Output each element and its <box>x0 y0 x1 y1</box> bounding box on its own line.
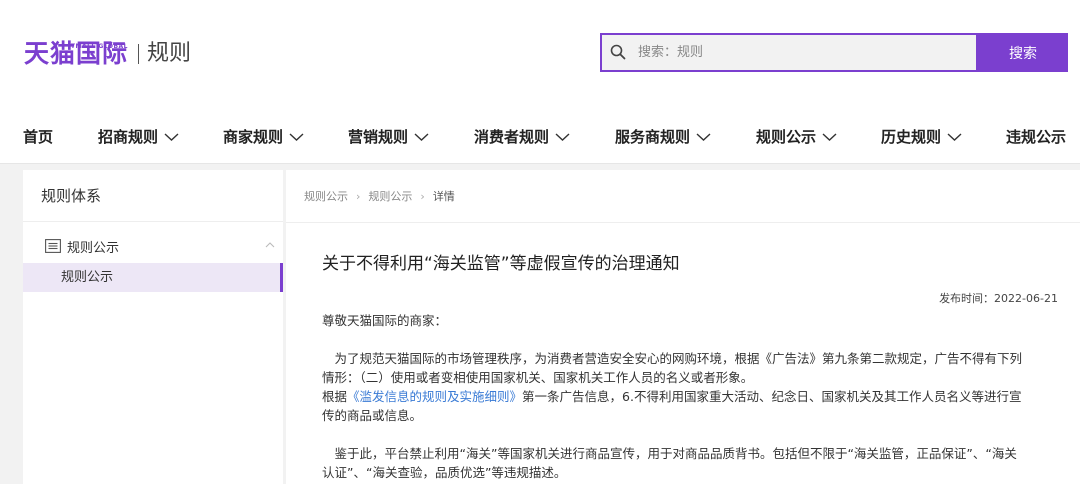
nav-item-merchant-recruit-rules[interactable]: 招商规则 <box>98 126 179 147</box>
nav-item-label: 违规公示 <box>1006 128 1067 146</box>
paragraph-text: 根据 <box>322 389 348 404</box>
search-input[interactable] <box>636 35 976 70</box>
sidebar-group-label: 规则公示 <box>67 240 120 256</box>
publish-date: 发布时间：2022-06-21 <box>939 292 1058 305</box>
top-header: 天猫国际 TMALL GLOBAL 规则 搜索 <box>0 0 1080 108</box>
nav-item-violation-announcements[interactable]: 违规公示 <box>1006 126 1066 147</box>
nav-item-historical-rules[interactable]: 历史规则 <box>881 126 962 147</box>
nav-item-label: 招商规则 <box>98 128 159 146</box>
article-paragraph: 鉴于此，平台禁止利用“海关”等国家机关进行商品宣传，用于对商品品质背书。包括但不… <box>322 446 1017 480</box>
chevron-down-icon <box>164 132 179 141</box>
chevron-down-icon <box>947 132 962 141</box>
breadcrumb-current: 详情 <box>432 190 455 203</box>
breadcrumb-separator: › <box>356 189 361 203</box>
article-paragraph: 根据《滥发信息的规则及实施细则》第一条广告信息，6.不得利用国家重大活动、纪念日… <box>322 387 1028 425</box>
chevron-down-icon <box>414 132 429 141</box>
chevron-down-icon <box>822 132 837 141</box>
nav-item-label: 消费者规则 <box>474 128 550 146</box>
nav-item-rule-announcements[interactable]: 规则公示 <box>756 126 837 147</box>
breadcrumb-item[interactable]: 规则公示 <box>304 188 348 204</box>
chevron-down-icon <box>696 132 711 141</box>
nav-item-label: 服务商规则 <box>615 128 691 146</box>
nav-item-merchant-rules[interactable]: 商家规则 <box>223 126 304 147</box>
nav-item-label: 营销规则 <box>348 128 409 146</box>
nav-item-service-provider-rules[interactable]: 服务商规则 <box>615 126 711 147</box>
main-content: 规则公示 › 规则公示 › 详情 关于不得利用“海关监管”等虚假宣传的治理通知 … <box>286 170 1080 484</box>
chevron-down-icon <box>289 132 304 141</box>
article-title: 关于不得利用“海关监管”等虚假宣传的治理通知 <box>322 254 680 274</box>
breadcrumb: 规则公示 › 规则公示 › 详情 <box>304 188 455 204</box>
article-paragraph: 为了规范天猫国际的市场管理秩序，为消费者营造安全安心的网购环境，根据《广告法》第… <box>322 351 1023 385</box>
article-greeting: 尊敬天猫国际的商家： <box>322 313 448 328</box>
nav-item-label: 历史规则 <box>881 128 942 146</box>
rules-link[interactable]: 《滥发信息的规则及实施细则》 <box>347 389 522 404</box>
nav-item-label: 规则公示 <box>756 128 817 146</box>
divider <box>286 222 1080 223</box>
chevron-up-icon[interactable] <box>265 242 275 248</box>
search-box <box>600 33 978 72</box>
logo-section-label: 规则 <box>147 41 192 66</box>
nav-item-label: 商家规则 <box>223 128 284 146</box>
list-icon <box>45 239 61 253</box>
article-body: 尊敬天猫国际的商家： 为了规范天猫国际的市场管理秩序，为消费者营造安全安心的网购… <box>322 311 1028 482</box>
breadcrumb-item[interactable]: 规则公示 <box>368 188 412 204</box>
sidebar-item-label: 规则公示 <box>61 270 114 285</box>
sidebar-item-rule-announcements[interactable]: 规则公示 <box>23 263 283 292</box>
chevron-down-icon <box>555 132 570 141</box>
site-logo[interactable]: 天猫国际 TMALL GLOBAL 规则 <box>24 38 191 70</box>
nav-item-consumer-rules[interactable]: 消费者规则 <box>474 126 570 147</box>
sidebar-group-rule-announcements[interactable]: 规则公示 <box>23 232 283 260</box>
logo-text: 天猫国际 TMALL GLOBAL <box>24 39 128 69</box>
sidebar-title: 规则体系 <box>23 170 283 222</box>
main-nav: 首页 招商规则 商家规则 营销规则 消费者规则 服务商规则 规则公示 历史规则 … <box>0 108 1080 164</box>
search-button[interactable]: 搜索 <box>978 33 1068 72</box>
sidebar: 规则体系 规则公示 规则公示 <box>23 170 283 484</box>
nav-item-label: 首页 <box>23 128 54 146</box>
search-icon <box>606 35 636 70</box>
nav-item-marketing-rules[interactable]: 营销规则 <box>348 126 429 147</box>
nav-item-home[interactable]: 首页 <box>23 126 53 147</box>
logo-divider <box>138 44 140 64</box>
breadcrumb-separator: › <box>420 189 425 203</box>
logo-subtext: TMALL GLOBAL <box>70 43 129 50</box>
